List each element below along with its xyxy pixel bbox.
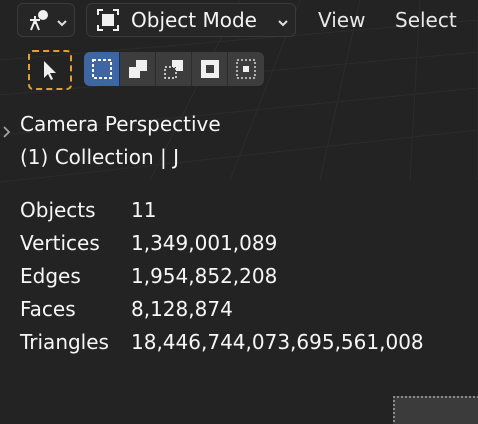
stat-value: 1,349,001,089 <box>131 231 278 255</box>
selection-mode-group <box>84 52 264 86</box>
stat-label: Objects <box>20 198 96 222</box>
stat-label: Vertices <box>20 231 100 255</box>
stat-value: 1,954,852,208 <box>131 264 278 288</box>
stat-value: 18,446,744,073,695,561,008 <box>131 330 424 354</box>
menu-select[interactable]: Select <box>395 8 457 32</box>
select-invert-button[interactable] <box>192 52 228 86</box>
select-subtract-icon <box>163 58 185 80</box>
camera-frame-corner <box>393 396 478 424</box>
viewport-header: Object Mode View Select <box>0 0 478 42</box>
stat-label: Edges <box>20 264 81 288</box>
stat-value: 8,128,874 <box>131 297 233 321</box>
select-new-button[interactable] <box>84 52 120 86</box>
interaction-mode-dropdown[interactable]: Object Mode <box>86 3 296 37</box>
camera-info: Camera Perspective <box>20 112 221 136</box>
stat-value: 11 <box>131 198 157 222</box>
object-type-visibility-dropdown[interactable] <box>17 3 75 37</box>
select-extend-icon <box>127 58 149 80</box>
person-pose-icon <box>27 8 53 32</box>
object-mode-icon <box>97 9 119 31</box>
select-intersect-icon <box>235 58 257 80</box>
stat-label: Triangles <box>20 330 109 354</box>
select-subtract-button[interactable] <box>156 52 192 86</box>
select-invert-icon <box>199 58 221 80</box>
select-extend-button[interactable] <box>120 52 156 86</box>
chevron-down-icon <box>56 14 68 33</box>
collection-info: (1) Collection | J <box>20 145 179 169</box>
menu-view[interactable]: View <box>318 8 365 32</box>
3d-viewport[interactable]: Object Mode View Select Camera Perspecti… <box>0 0 478 424</box>
select-new-icon <box>91 58 113 80</box>
mode-label: Object Mode <box>131 8 257 32</box>
toolbar-expand-icon[interactable] <box>2 124 12 143</box>
chevron-down-icon <box>277 14 289 33</box>
tool-settings-bar <box>0 46 300 94</box>
stat-label: Faces <box>20 297 76 321</box>
select-intersect-button[interactable] <box>228 52 264 86</box>
select-tool-button[interactable] <box>28 50 72 90</box>
cursor-arrow-icon <box>41 59 59 81</box>
